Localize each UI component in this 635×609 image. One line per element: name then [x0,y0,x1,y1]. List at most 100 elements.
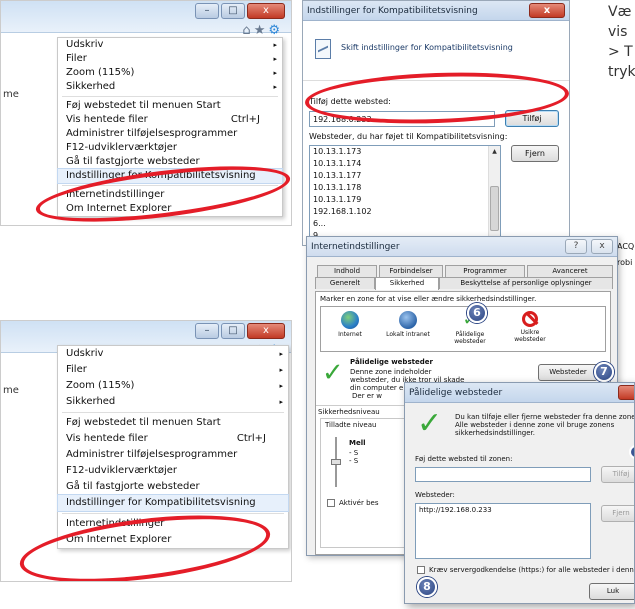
instruction-text: Væ vis > T tryk [608,4,635,80]
ie-menu-screenshot-bottom: – □ x ⌂★⚙ me Udskriv▸ Filer▸ Zoom (115%)… [0,320,292,582]
menu-item-internet-options[interactable]: Internetindstillinger [58,188,282,202]
list-item[interactable]: 10.13.1.173 [310,146,500,158]
help-button[interactable]: ? [565,239,587,254]
trusted-sites-dialog: Pålidelige websteder ✓ Du kan tilføje el… [404,382,635,604]
menu-item-add-to-start[interactable]: Føj webstedet til menuen Start [58,415,288,431]
zone-restricted-sites[interactable]: Usikre websteder [505,311,555,343]
star-icon[interactable]: ★ [254,23,269,38]
add-button[interactable]: Tilføj [601,466,634,483]
add-site-input[interactable] [309,111,495,127]
step-badge-8: 8 [417,577,437,597]
menu-separator [62,513,284,514]
menu-item-compat-view-settings[interactable]: Indstillinger for Kompatibilitetsvisning [57,494,289,512]
menu-item-f12-tools[interactable]: F12-udviklerværktøjer [58,463,288,479]
security-level-label: Sikkerhedsniveau [318,408,380,416]
tab-connections[interactable]: Forbindelser [379,265,443,277]
menu-item-security[interactable]: Sikkerhed ▸ [58,80,282,94]
minimize-button[interactable]: – [195,323,219,339]
chevron-up-icon[interactable]: ▲ [489,146,500,158]
tab-general[interactable]: Generelt [315,277,375,289]
menu-item-pinned-sites[interactable]: Gå til fastgjorte websteder [58,155,282,169]
menu-item-files[interactable]: Filer ▸ [58,362,288,378]
https-required-checkbox[interactable] [417,566,425,574]
trusted-sites-list[interactable]: http://192.168.0.233 [415,503,591,559]
page-text-fragment: me [3,385,19,396]
list-scrollbar[interactable]: ▲ [488,146,500,245]
menu-item-files[interactable]: Filer ▸ [58,52,282,66]
chevron-right-icon: ▸ [273,83,277,91]
menu-separator [62,185,278,186]
step-badge-partial [629,445,634,459]
list-item[interactable]: 10.13.1.177 [310,170,500,182]
chevron-right-icon: ▸ [279,398,283,406]
list-item[interactable]: 10.13.1.178 [310,182,500,194]
add-button[interactable]: Tilføj [505,110,559,127]
menu-item-manage-addons[interactable]: Administrer tilføjelsesprogrammer [58,127,282,141]
sites-button[interactable]: Websteder [538,364,598,381]
close-button[interactable]: x [247,323,285,339]
list-item[interactable]: 192.168.1.102 [310,206,500,218]
menu-item-about-ie[interactable]: Om Internet Explorer [58,532,288,548]
close-button[interactable]: x [591,239,613,254]
menu-item-security[interactable]: Sikkerhed ▸ [58,394,288,410]
menu-item-downloads[interactable]: Vis hentede filer Ctrl+J [58,113,282,127]
protected-mode-checkbox[interactable] [327,499,335,507]
list-item[interactable]: 6... [310,218,500,230]
protected-mode-label: Aktivér bes [339,499,379,507]
zone-local-intranet[interactable]: Lokalt intranet [383,311,433,338]
tab-advanced[interactable]: Avanceret [527,265,613,277]
close-dialog-button[interactable]: Luk [589,583,634,600]
tab-security[interactable]: Sikkerhed [375,277,439,290]
tab-row-back: Indhold Forbindelser Programmer Avancere… [317,265,613,277]
page-text-fragment: me [3,89,19,100]
background-text: robi [617,258,633,267]
chevron-right-icon: ▸ [279,366,283,374]
list-item[interactable]: 10.13.1.179 [310,194,500,206]
menu-item-downloads[interactable]: Vis hentede filer Ctrl+J [58,431,288,447]
zone-internet[interactable]: Internet [325,311,375,338]
menu-item-print[interactable]: Udskriv ▸ [58,346,288,362]
menu-item-about-ie[interactable]: Om Internet Explorer [58,202,282,216]
scroll-thumb[interactable] [490,186,499,231]
checkmark-icon: ✓ [417,406,443,441]
minimize-button[interactable]: – [195,3,219,19]
menu-item-add-to-start[interactable]: Føj webstedet til menuen Start [58,99,282,113]
background-text: ACQ [617,242,635,251]
compat-sites-list[interactable]: 10.13.1.173 10.13.1.174 10.13.1.177 10.1… [309,145,501,245]
tab-content[interactable]: Indhold [317,265,377,277]
maximize-button[interactable]: □ [221,323,245,339]
menu-item-zoom[interactable]: Zoom (115%) ▸ [58,378,288,394]
list-item[interactable]: 10.13.1.174 [310,158,500,170]
menu-item-print[interactable]: Udskriv ▸ [58,38,282,52]
tab-privacy[interactable]: Beskyttelse af personlige oplysninger [439,277,613,289]
dialog-header: Skift indstillinger for Kompatibilitetsv… [303,21,569,81]
compat-view-dialog: Indstillinger for Kompatibilitetsvisning… [302,0,570,246]
shortcut-label: Ctrl+J [230,114,260,125]
settings-doc-icon [315,39,331,59]
menu-item-internet-options[interactable]: Internetindstillinger [58,516,288,532]
close-button[interactable]: x [247,3,285,19]
remove-button[interactable]: Fjern [511,145,559,162]
ie-command-icons: ⌂★⚙ [242,23,283,38]
remove-button[interactable]: Fjern [601,505,634,522]
tab-programs[interactable]: Programmer [445,265,525,277]
security-slider-thumb[interactable] [331,459,341,465]
list-item[interactable]: http://192.168.0.233 [416,504,590,516]
close-button[interactable]: x [529,3,565,18]
trusted-add-input[interactable] [415,467,591,482]
menu-item-zoom[interactable]: Zoom (115%) ▸ [58,66,282,80]
chevron-right-icon: ▸ [273,55,277,63]
step-badge-7: 7 [594,362,614,382]
menu-item-f12-tools[interactable]: F12-udviklerværktøjer [58,141,282,155]
menu-item-compat-view-settings[interactable]: Indstillinger for Kompatibilitetsvisning [57,168,283,184]
sites-label: Websteder: [415,491,455,499]
menu-item-manage-addons[interactable]: Administrer tilføjelsesprogrammer [58,447,288,463]
menu-item-pinned-sites[interactable]: Gå til fastgjorte websteder [58,479,288,495]
level-bullet: - S [349,457,359,465]
level-bullet: - S [349,449,359,457]
zone-instruction: Marker en zone for at vise eller ændre s… [320,295,537,303]
home-icon[interactable]: ⌂ [242,23,253,38]
gear-icon[interactable]: ⚙ [268,23,283,38]
close-button[interactable] [618,385,634,400]
maximize-button[interactable]: □ [221,3,245,19]
